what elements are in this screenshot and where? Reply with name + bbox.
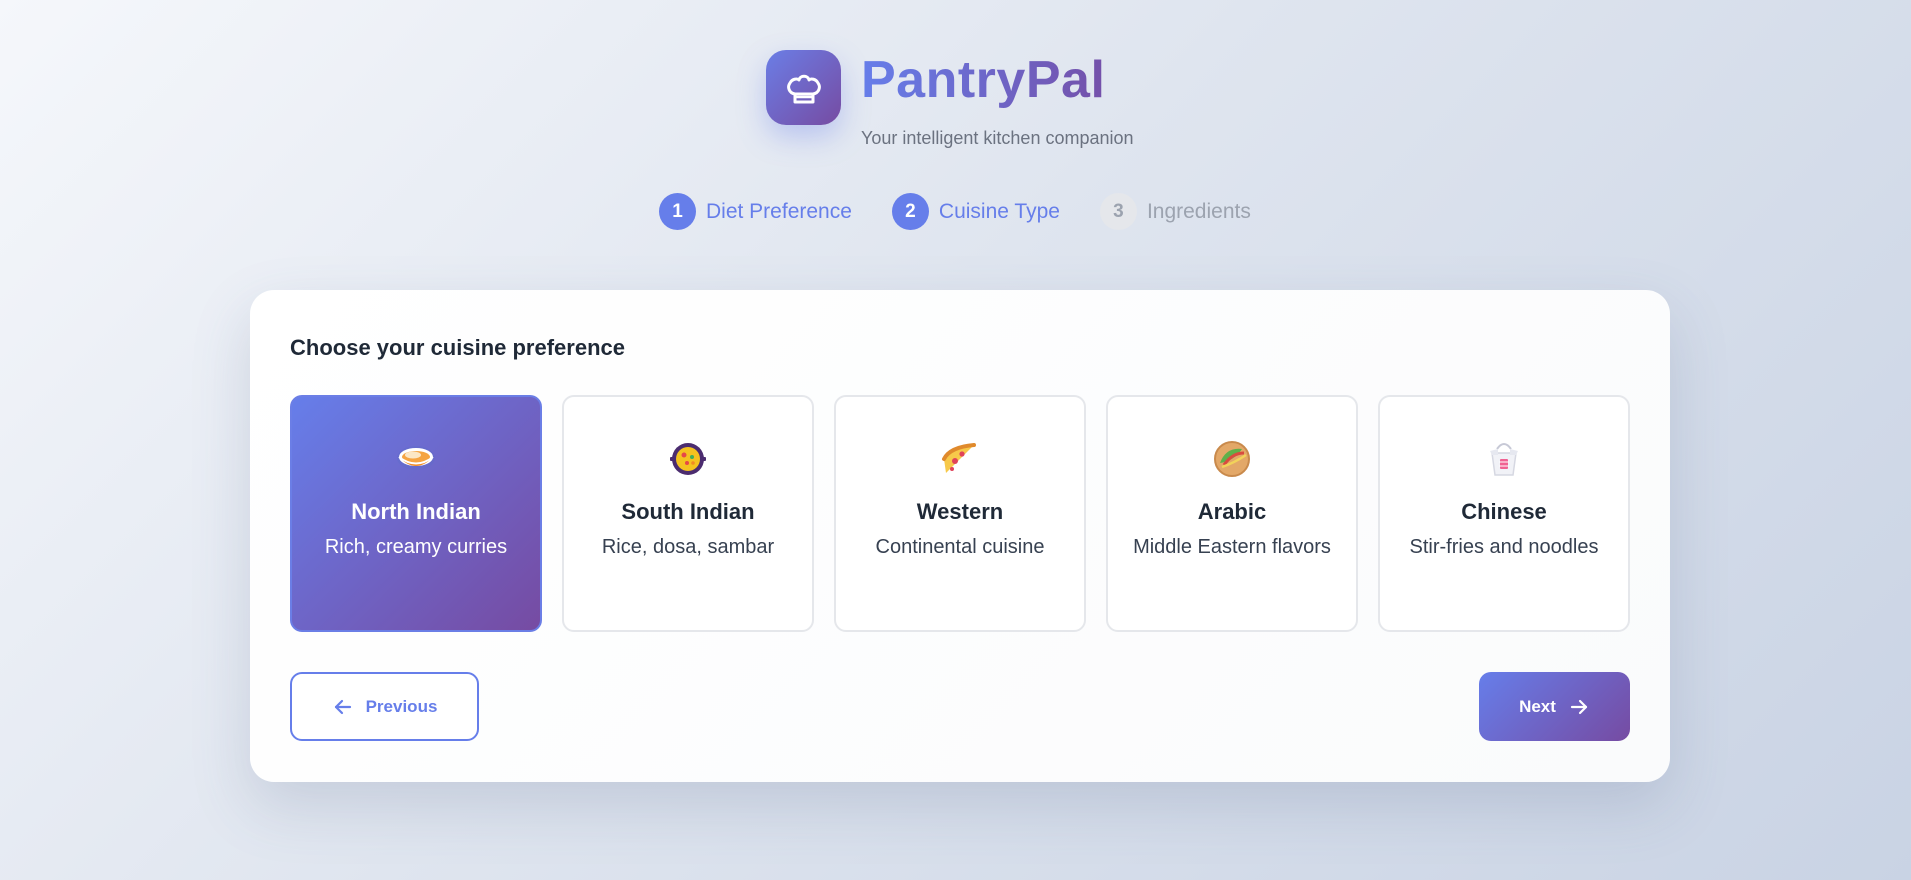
step-ingredients: 3 Ingredients bbox=[1099, 193, 1251, 230]
cuisine-option-chinese[interactable]: Chinese Stir-fries and noodles bbox=[1378, 395, 1630, 632]
step-label: Cuisine Type bbox=[938, 199, 1060, 223]
option-description: Rich, creamy curries bbox=[324, 536, 508, 558]
previous-button-label: Previous bbox=[365, 696, 438, 716]
option-description: Stir-fries and noodles bbox=[1409, 536, 1599, 558]
pizza-slice-icon bbox=[836, 437, 1084, 481]
app-subtitle: Your intelligent kitchen companion bbox=[861, 128, 1134, 148]
cuisine-option-western[interactable]: Western Continental cuisine bbox=[834, 395, 1086, 632]
curry-bowl-icon bbox=[292, 437, 540, 481]
chef-hat-icon bbox=[766, 50, 841, 125]
step-cuisine-type[interactable]: 2 Cuisine Type bbox=[891, 193, 1060, 230]
step-label: Diet Preference bbox=[706, 199, 852, 223]
brand-header: PantryPal Your intelligent kitchen compa… bbox=[766, 50, 1134, 149]
previous-button[interactable]: Previous bbox=[290, 672, 479, 741]
next-button-label: Next bbox=[1519, 696, 1556, 716]
taco-icon bbox=[1108, 437, 1356, 481]
arrow-left-icon bbox=[332, 696, 354, 718]
step-diet-preference[interactable]: 1 Diet Preference bbox=[659, 193, 852, 230]
cuisine-options: North Indian Rich, creamy curries South … bbox=[290, 395, 1630, 632]
step-number: 2 bbox=[891, 193, 929, 230]
option-title: Western bbox=[916, 499, 1004, 524]
next-button[interactable]: Next bbox=[1479, 672, 1630, 741]
option-title: South Indian bbox=[621, 499, 755, 524]
cuisine-option-south-indian[interactable]: South Indian Rice, dosa, sambar bbox=[562, 395, 814, 632]
app-title: PantryPal bbox=[861, 50, 1134, 110]
option-title: Arabic bbox=[1197, 499, 1267, 524]
step-label: Ingredients bbox=[1146, 199, 1251, 223]
option-description: Rice, dosa, sambar bbox=[601, 536, 775, 558]
card-heading: Choose your cuisine preference bbox=[290, 335, 625, 360]
option-description: Middle Eastern flavors bbox=[1133, 536, 1331, 558]
option-title: North Indian bbox=[351, 499, 481, 524]
progress-stepper: 1 Diet Preference 2 Cuisine Type 3 Ingre… bbox=[659, 193, 1251, 230]
paella-pan-icon bbox=[564, 437, 812, 481]
step-number: 3 bbox=[1099, 193, 1137, 230]
step-number: 1 bbox=[659, 193, 696, 230]
arrow-right-icon bbox=[1568, 696, 1590, 718]
takeout-box-icon bbox=[1380, 437, 1628, 481]
option-title: Chinese bbox=[1461, 499, 1547, 524]
cuisine-card: Choose your cuisine preference North Ind… bbox=[250, 290, 1670, 782]
cuisine-option-north-indian[interactable]: North Indian Rich, creamy curries bbox=[290, 395, 542, 632]
cuisine-option-arabic[interactable]: Arabic Middle Eastern flavors bbox=[1106, 395, 1358, 632]
option-description: Continental cuisine bbox=[875, 536, 1045, 558]
